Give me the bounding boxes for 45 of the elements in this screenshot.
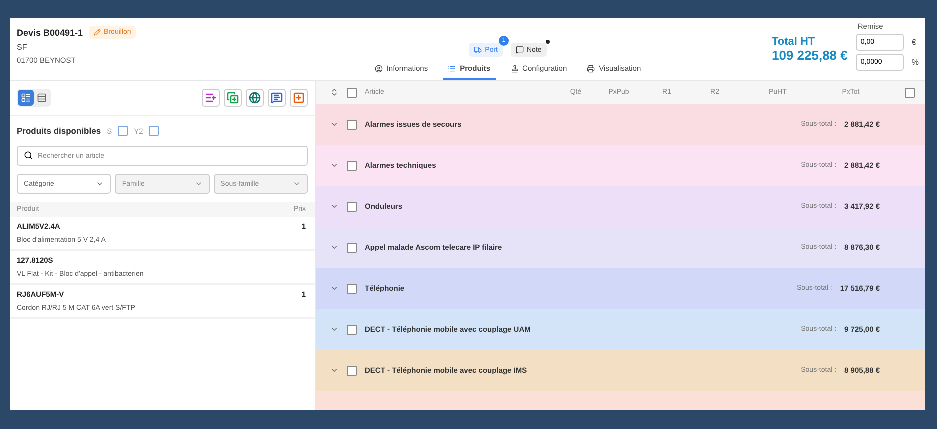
caret-icon [194, 180, 203, 188]
chevron-icon[interactable] [330, 243, 339, 252]
caret-icon [96, 180, 104, 188]
printer-icon [587, 64, 596, 72]
truck-icon [474, 46, 482, 54]
stamp-icon [510, 64, 519, 72]
pencil-icon [94, 29, 102, 36]
tool-button[interactable] [202, 89, 220, 107]
row-checkbox[interactable] [347, 366, 357, 376]
total-label: Total HT [772, 36, 816, 48]
caret-icon [292, 180, 301, 188]
row-checkbox[interactable] [347, 324, 357, 334]
chevron-icon[interactable] [330, 284, 339, 293]
chevron-icon[interactable] [330, 120, 339, 129]
row-checkbox[interactable] [347, 160, 357, 170]
tool-button[interactable] [246, 89, 264, 107]
chevron-icon[interactable] [330, 366, 339, 375]
filter-checkbox[interactable] [118, 126, 128, 136]
client-name: SF [17, 43, 28, 52]
chevron-icon[interactable] [330, 202, 339, 211]
tool-button[interactable] [268, 89, 286, 107]
search-icon [24, 151, 33, 160]
unit-label: % [912, 58, 919, 66]
tool-button[interactable] [224, 89, 242, 107]
chevron-icon[interactable] [330, 161, 339, 170]
list-icon [37, 93, 47, 103]
filter-checkbox[interactable] [149, 126, 160, 136]
tool-button[interactable] [290, 89, 308, 107]
row-checkbox[interactable] [347, 120, 357, 130]
view-button[interactable] [18, 90, 34, 106]
chevron-icon[interactable] [330, 325, 339, 334]
catalog-title: Produits disponibles [17, 126, 102, 136]
note-icon [516, 46, 524, 54]
row-checkbox[interactable] [347, 284, 357, 294]
select-all-checkbox[interactable] [347, 88, 357, 98]
user-icon [374, 64, 383, 72]
row-checkbox[interactable] [347, 242, 357, 252]
quote-title: Devis B00491-1 [17, 28, 84, 38]
unit-label: € [912, 38, 916, 46]
select-all-checkbox[interactable] [905, 88, 915, 98]
list-icon [448, 64, 456, 72]
total-value: 109 225,88 € [772, 48, 848, 62]
row-checkbox[interactable] [347, 202, 357, 212]
cards-icon [21, 93, 31, 103]
expand-all-icon[interactable] [330, 88, 339, 97]
